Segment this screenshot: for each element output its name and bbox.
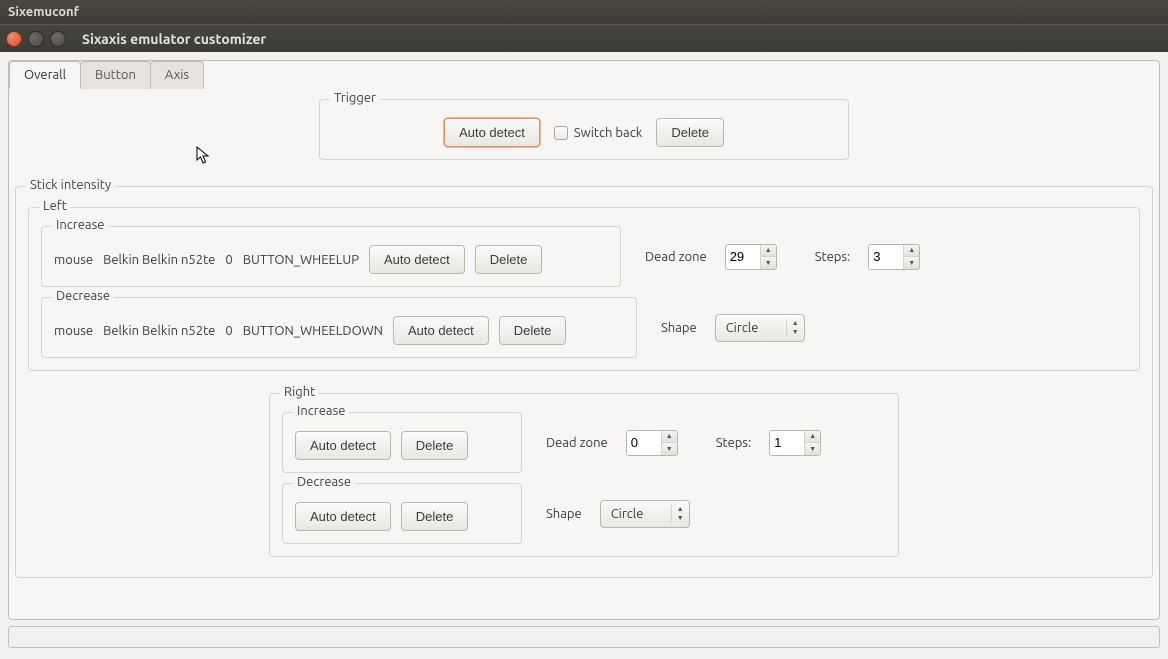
trigger-delete-button[interactable]: Delete — [656, 118, 724, 147]
left-increase-type: mouse — [54, 253, 93, 267]
left-shape-combo[interactable]: Circle ▲▼ — [715, 314, 805, 342]
tab-overall-content: Trigger Auto detect Switch back Delete S… — [9, 89, 1159, 592]
spin-up-icon[interactable]: ▲ — [805, 431, 820, 443]
left-decrease-id: BUTTON_WHEELDOWN — [243, 324, 383, 338]
left-decrease-index: 0 — [225, 324, 232, 338]
left-increase-auto-detect-button[interactable]: Auto detect — [369, 245, 465, 274]
right-shape-label: Shape — [546, 507, 582, 521]
right-increase-legend: Increase — [293, 404, 349, 418]
left-decrease-device: Belkin Belkin n52te — [103, 324, 215, 338]
left-shape-value: Circle — [726, 321, 786, 335]
combo-arrows-icon: ▲▼ — [786, 319, 800, 336]
right-increase-delete-button[interactable]: Delete — [401, 431, 469, 460]
right-group: Right Increase Auto detect Delete Dead — [269, 393, 899, 557]
tab-axis[interactable]: Axis — [150, 61, 204, 89]
window-minimize-button[interactable] — [28, 31, 44, 47]
spin-up-icon[interactable]: ▲ — [662, 431, 677, 443]
trigger-legend: Trigger — [330, 91, 380, 105]
right-decrease-auto-detect-button[interactable]: Auto detect — [295, 502, 391, 531]
combo-arrows-icon: ▲▼ — [671, 505, 685, 522]
stick-intensity-group: Stick intensity Left Increase mouse Belk… — [15, 186, 1153, 578]
left-increase-group: Increase mouse Belkin Belkin n52te 0 BUT… — [41, 226, 621, 287]
left-steps-input[interactable] — [869, 245, 903, 269]
checkbox-icon — [554, 126, 568, 140]
window-title-text: Sixaxis emulator customizer — [82, 31, 266, 47]
left-deadzone-label: Dead zone — [645, 250, 707, 264]
trigger-group: Trigger Auto detect Switch back Delete — [319, 99, 849, 160]
tab-button[interactable]: Button — [80, 61, 151, 89]
trigger-auto-detect-button[interactable]: Auto detect — [444, 118, 540, 147]
left-increase-device: Belkin Belkin n52te — [103, 253, 215, 267]
status-bar — [8, 626, 1160, 648]
right-steps-spin[interactable]: ▲ ▼ — [769, 430, 821, 456]
right-decrease-delete-button[interactable]: Delete — [401, 502, 469, 531]
left-increase-delete-button[interactable]: Delete — [475, 245, 543, 274]
trigger-switch-back-label: Switch back — [574, 126, 642, 140]
left-increase-index: 0 — [225, 253, 232, 267]
right-steps-label: Steps: — [716, 436, 752, 450]
window-title-bar: Sixaxis emulator customizer — [0, 24, 1168, 52]
right-steps-input[interactable] — [770, 431, 804, 455]
left-steps-label: Steps: — [815, 250, 851, 264]
right-shape-value: Circle — [611, 507, 671, 521]
left-group: Left Increase mouse Belkin Belkin n52te … — [28, 207, 1140, 371]
left-shape-label: Shape — [661, 321, 697, 335]
spin-down-icon[interactable]: ▼ — [662, 442, 677, 455]
window-maximize-button[interactable] — [50, 31, 66, 47]
left-deadzone-input[interactable] — [726, 245, 760, 269]
window-close-button[interactable] — [6, 31, 22, 47]
spin-down-icon[interactable]: ▼ — [904, 256, 919, 269]
left-increase-legend: Increase — [52, 218, 108, 232]
outer-title-bar: Sixemuconf — [0, 0, 1168, 24]
spin-down-icon[interactable]: ▼ — [805, 442, 820, 455]
left-decrease-auto-detect-button[interactable]: Auto detect — [393, 316, 489, 345]
left-steps-spin[interactable]: ▲ ▼ — [868, 244, 920, 270]
left-legend: Left — [39, 199, 71, 213]
left-increase-id: BUTTON_WHEELUP — [243, 253, 359, 267]
spin-up-icon[interactable]: ▲ — [904, 245, 919, 257]
right-legend: Right — [280, 385, 319, 399]
outer-title-text: Sixemuconf — [8, 5, 79, 19]
right-deadzone-input[interactable] — [627, 431, 661, 455]
stick-intensity-legend: Stick intensity — [26, 178, 115, 192]
right-deadzone-label: Dead zone — [546, 436, 608, 450]
trigger-switch-back-checkbox[interactable]: Switch back — [554, 126, 642, 140]
left-decrease-legend: Decrease — [52, 289, 114, 303]
right-increase-group: Increase Auto detect Delete — [282, 412, 522, 473]
left-decrease-type: mouse — [54, 324, 93, 338]
left-decrease-group: Decrease mouse Belkin Belkin n52te 0 BUT… — [41, 297, 637, 358]
right-increase-auto-detect-button[interactable]: Auto detect — [295, 431, 391, 460]
notebook: Overall Button Axis Trigger Auto detect … — [8, 60, 1160, 620]
tab-strip: Overall Button Axis — [9, 60, 1159, 88]
left-decrease-delete-button[interactable]: Delete — [499, 316, 567, 345]
right-shape-combo[interactable]: Circle ▲▼ — [600, 500, 690, 528]
left-deadzone-spin[interactable]: ▲ ▼ — [725, 244, 777, 270]
right-decrease-legend: Decrease — [293, 475, 355, 489]
tab-overall[interactable]: Overall — [9, 61, 81, 89]
right-deadzone-spin[interactable]: ▲ ▼ — [626, 430, 678, 456]
spin-down-icon[interactable]: ▼ — [761, 256, 776, 269]
spin-up-icon[interactable]: ▲ — [761, 245, 776, 257]
right-decrease-group: Decrease Auto detect Delete — [282, 483, 522, 544]
